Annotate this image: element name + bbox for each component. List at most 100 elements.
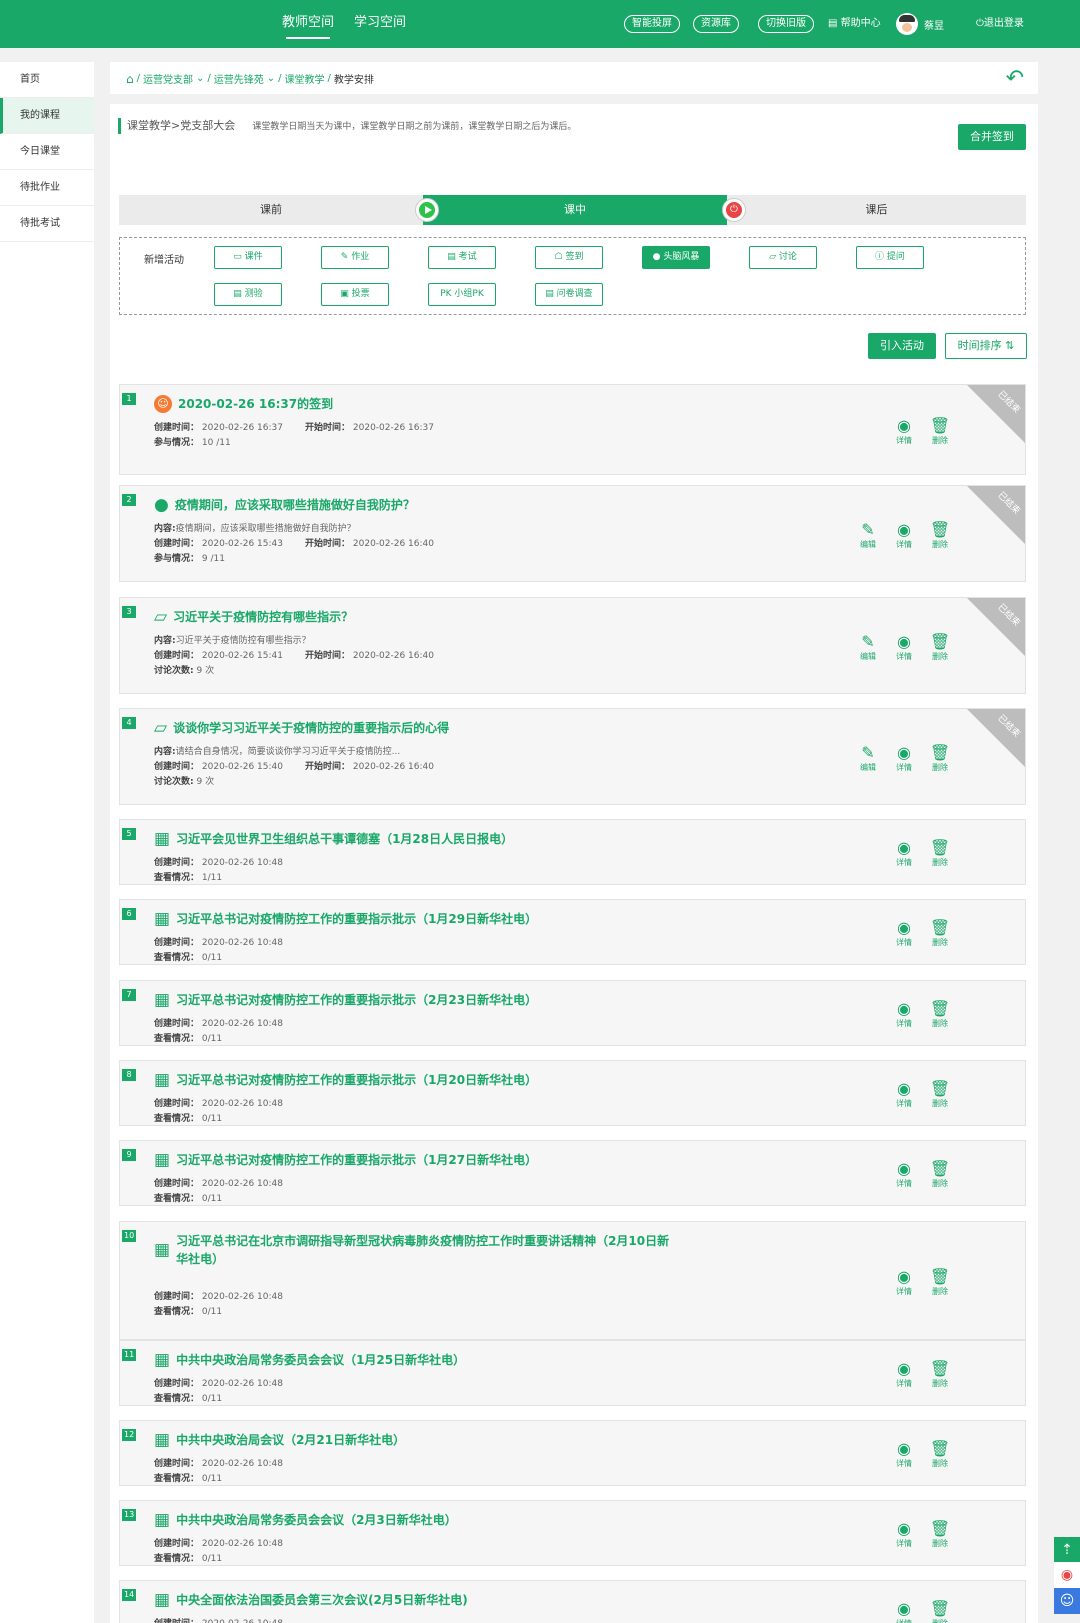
activity-title[interactable]: ▦ 中共中央政治局常务委员会会议（1月25日新华社电） bbox=[154, 1351, 675, 1369]
add-exam-button[interactable]: ▤ 考试 bbox=[428, 246, 496, 269]
detail-button[interactable]: ◉详情 bbox=[891, 1268, 917, 1298]
avatar[interactable] bbox=[896, 13, 918, 35]
sidebar-item-home[interactable]: 首页 bbox=[0, 62, 94, 98]
tab-learning-space[interactable]: 学习空间 bbox=[344, 0, 416, 48]
detail-button[interactable]: ◉详情 bbox=[891, 1360, 917, 1390]
browser-icon[interactable]: ◉ bbox=[1054, 1562, 1080, 1588]
activity-title[interactable]: ● 疫情期间，应该采取哪些措施做好自我防护？ bbox=[154, 496, 675, 514]
tab-teacher-space[interactable]: 教师空间 bbox=[272, 0, 344, 48]
activity-title[interactable]: ▦ 习近平会见世界卫生组织总干事谭德塞（1月28日人民日报电） bbox=[154, 830, 675, 848]
home-icon[interactable]: ⌂ bbox=[126, 72, 134, 86]
activity-card: 10 ▦ 习近平总书记在北京市调研指导新型冠状病毒肺炎疫情防控工作时重要讲话精神（2… bbox=[119, 1221, 1026, 1340]
delete-button[interactable]: 🗑删除 bbox=[927, 417, 953, 447]
add-brainstorm-button[interactable]: ● 头脑风暴 bbox=[642, 246, 710, 269]
sidebar-item-pending-homework[interactable]: 待批作业 bbox=[0, 170, 94, 206]
switch-old-version-button[interactable]: 切换旧版 bbox=[758, 15, 814, 33]
resource-library-button[interactable]: 资源库 bbox=[693, 15, 739, 33]
chat-bubble-icon: ▱ bbox=[154, 607, 168, 627]
detail-button[interactable]: ◉详情 bbox=[891, 633, 917, 663]
chevron-down-icon[interactable]: ⌄ bbox=[196, 73, 204, 84]
phase-after[interactable]: 课后 bbox=[727, 195, 1026, 225]
breadcrumb-item[interactable]: 课堂教学 bbox=[285, 71, 325, 86]
activity-title[interactable]: ▦ 习近平总书记对疫情防控工作的重要指示批示（2月23日新华社电） bbox=[154, 991, 675, 1009]
add-quiz-button[interactable]: ▤ 测验 bbox=[214, 283, 282, 306]
delete-button[interactable]: 🗑删除 bbox=[927, 633, 953, 663]
logout-button[interactable]: ⏻退出登录 bbox=[976, 16, 1024, 32]
delete-button[interactable]: 🗑删除 bbox=[927, 919, 953, 949]
activity-title[interactable]: ▦ 习近平总书记在北京市调研指导新型冠状病毒肺炎疫情防控工作时重要讲话精神（2月1… bbox=[154, 1232, 675, 1268]
activity-title[interactable]: ▦ 习近平总书记对疫情防控工作的重要指示批示（1月20日新华社电） bbox=[154, 1071, 675, 1089]
delete-button[interactable]: 🗑删除 bbox=[927, 1160, 953, 1190]
edit-button[interactable]: ✎ 编辑 bbox=[855, 633, 881, 663]
add-survey-button[interactable]: ▤ 问卷调查 bbox=[535, 283, 603, 306]
detail-button[interactable]: ◉详情 bbox=[891, 919, 917, 949]
chat-icon[interactable]: ☺ bbox=[1054, 1588, 1080, 1614]
sidebar-item-my-courses[interactable]: 我的课程 bbox=[0, 98, 94, 134]
activity-title[interactable]: ☺ 2020-02-26 16:37的签到 bbox=[154, 395, 675, 413]
activity-card: 2 ● 疫情期间，应该采取哪些措施做好自我防护？ 内容:疫情期间，应该采取哪些措施做好… bbox=[119, 485, 1026, 582]
detail-button[interactable]: ◉详情 bbox=[891, 417, 917, 447]
trash-icon: 🗑 bbox=[929, 743, 951, 762]
delete-button[interactable]: 🗑删除 bbox=[927, 1440, 953, 1470]
add-homework-button[interactable]: ✎ 作业 bbox=[321, 246, 389, 269]
detail-button[interactable]: ◉详情 bbox=[891, 744, 917, 774]
activity-title[interactable]: ▦ 习近平总书记对疫情防控工作的重要指示批示（1月27日新华社电） bbox=[154, 1151, 675, 1169]
activity-view-status: 查看情况： 0/11 bbox=[154, 1307, 223, 1317]
delete-button[interactable]: 🗑删除 bbox=[927, 1080, 953, 1110]
delete-button[interactable]: 🗑删除 bbox=[927, 1360, 953, 1390]
add-group-pk-button[interactable]: PK 小组PK bbox=[428, 283, 496, 306]
phase-during[interactable]: 课中 bbox=[423, 195, 727, 225]
add-courseware-button[interactable]: ▭ 课件 bbox=[214, 246, 282, 269]
add-signin-button[interactable]: ☖ 签到 bbox=[535, 246, 603, 269]
trash-icon: 🗑 bbox=[929, 1079, 951, 1098]
detail-button[interactable]: ◉详情 bbox=[891, 1080, 917, 1110]
help-center-link[interactable]: ▤ 帮助中心 bbox=[828, 16, 881, 32]
phase-before[interactable]: 课前 bbox=[119, 195, 423, 225]
activity-times: 创建时间： 2020-02-26 10:48 bbox=[154, 1019, 283, 1029]
sort-by-time-button[interactable]: 时间排序 ⇅ bbox=[945, 333, 1027, 359]
sidebar-item-today-class[interactable]: 今日课堂 bbox=[0, 134, 94, 170]
edit-button[interactable]: ✎ 编辑 bbox=[855, 744, 881, 774]
detail-button[interactable]: ◉详情 bbox=[891, 1000, 917, 1030]
delete-button[interactable]: 🗑删除 bbox=[927, 1000, 953, 1030]
import-activity-button[interactable]: 引入活动 bbox=[868, 333, 936, 359]
merge-signin-button[interactable]: 合并签到 bbox=[958, 124, 1026, 150]
delete-button[interactable]: 🗑删除 bbox=[927, 521, 953, 551]
detail-button[interactable]: ◉详情 bbox=[891, 839, 917, 869]
activity-actions: ◉详情 🗑删除 bbox=[891, 1440, 953, 1470]
trash-icon: 🗑 bbox=[929, 999, 951, 1018]
item-number: 6 bbox=[122, 908, 136, 920]
delete-button[interactable]: 🗑删除 bbox=[927, 1268, 953, 1298]
back-to-top-icon[interactable]: ⇡ bbox=[1054, 1537, 1080, 1563]
breadcrumb-item[interactable]: 运营先锋苑 bbox=[214, 71, 264, 86]
delete-button[interactable]: 🗑删除 bbox=[927, 839, 953, 869]
item-number: 4 bbox=[122, 717, 136, 729]
item-number: 13 bbox=[122, 1509, 137, 1521]
add-vote-button[interactable]: ▣ 投票 bbox=[321, 283, 389, 306]
activity-title[interactable]: ▦ 中共中央政治局会议（2月21日新华社电） bbox=[154, 1431, 675, 1449]
edit-button[interactable]: ✎ 编辑 bbox=[855, 521, 881, 551]
detail-button[interactable]: ◉详情 bbox=[891, 521, 917, 551]
detail-button[interactable]: ◉详情 bbox=[891, 1600, 917, 1623]
activity-title[interactable]: ▦ 中央全面依法治国委员会第三次会议(2月5日新华社电) bbox=[154, 1591, 675, 1609]
delete-button[interactable]: 🗑删除 bbox=[927, 744, 953, 774]
add-discussion-button[interactable]: ▱ 讨论 bbox=[749, 246, 817, 269]
activity-title[interactable]: ▱ 习近平关于疫情防控有哪些指示？ bbox=[154, 608, 675, 626]
add-question-button[interactable]: ⓘ 提问 bbox=[856, 246, 924, 269]
detail-button[interactable]: ◉详情 bbox=[891, 1160, 917, 1190]
smart-cast-button[interactable]: 智能投屏 bbox=[624, 15, 680, 33]
delete-button[interactable]: 🗑删除 bbox=[927, 1600, 953, 1623]
activity-meta: 创建时间： 2020-02-26 10:48 查看情况： 0/11 bbox=[154, 1097, 283, 1125]
activity-title[interactable]: ▱ 谈谈你学习习近平关于疫情防控的重要指示后的心得 bbox=[154, 719, 675, 737]
detail-button[interactable]: ◉详情 bbox=[891, 1440, 917, 1470]
delete-button[interactable]: 🗑删除 bbox=[927, 1520, 953, 1550]
detail-button[interactable]: ◉详情 bbox=[891, 1520, 917, 1550]
chevron-down-icon[interactable]: ⌄ bbox=[267, 73, 275, 84]
activity-title[interactable]: ▦ 习近平总书记对疫情防控工作的重要指示批示（1月29日新华社电） bbox=[154, 910, 675, 928]
activity-title[interactable]: ▦ 中共中央政治局常务委员会会议（2月3日新华社电） bbox=[154, 1511, 675, 1529]
activity-meta: 创建时间： 2020-02-26 10:48 查看情况： 0/11 bbox=[154, 1457, 283, 1485]
breadcrumb-item[interactable]: 运营党支部 bbox=[143, 71, 193, 86]
back-arrow-icon[interactable]: ↶ bbox=[1006, 66, 1024, 91]
item-number: 5 bbox=[122, 828, 136, 840]
sidebar-item-pending-exams[interactable]: 待批考试 bbox=[0, 206, 94, 242]
